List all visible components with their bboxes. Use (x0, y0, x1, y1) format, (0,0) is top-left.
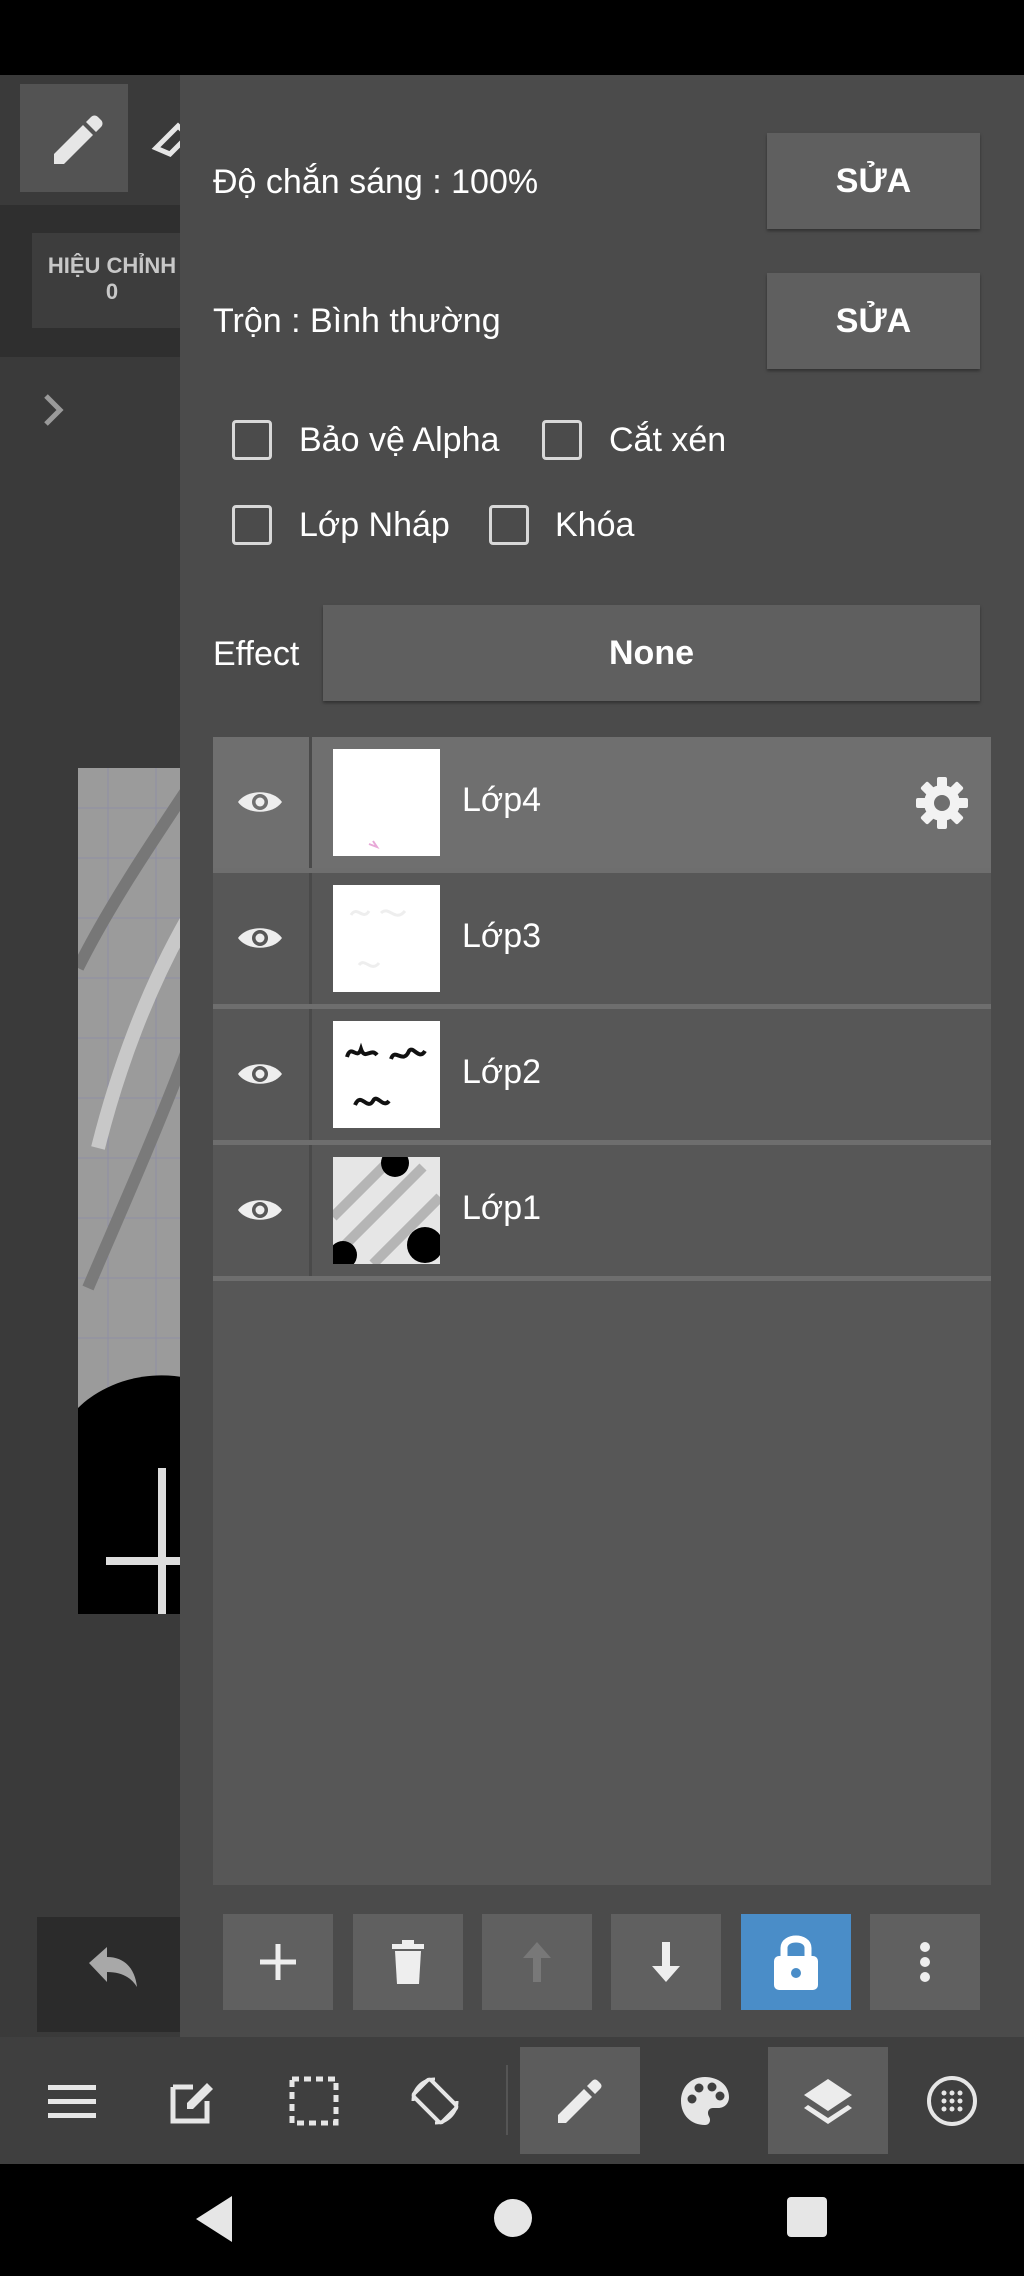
menu-button[interactable] (12, 2047, 132, 2154)
more-options-button[interactable] (870, 1914, 980, 2010)
layer-name: Lớp2 (462, 1053, 542, 1091)
adjust-label-text: HIỆU CHỈNH (47, 253, 177, 278)
move-layer-up-button[interactable] (482, 1914, 592, 2010)
opacity-label: Độ chắn sáng : 100% (213, 163, 539, 201)
row-divider (309, 873, 312, 1004)
add-layer-button[interactable] (223, 1914, 333, 2010)
palette-icon (681, 2076, 729, 2125)
layer-name: Lớp3 (462, 917, 542, 955)
layer-row[interactable]: Lớp4 (213, 737, 991, 873)
lock-label: Khóa (555, 506, 635, 544)
layer-name: Lớp4 (462, 781, 542, 819)
trash-icon (392, 1940, 424, 1984)
color-palette-button[interactable] (645, 2047, 765, 2154)
plus-icon (260, 1944, 296, 1980)
eye-icon[interactable] (235, 1185, 285, 1235)
row-divider (309, 737, 312, 868)
more-vertical-icon (920, 1942, 930, 1982)
protect-alpha-checkbox[interactable] (232, 420, 272, 460)
protect-alpha-label: Bảo vệ Alpha (299, 421, 500, 459)
blend-mode-label: Trộn : Bình thường (213, 302, 501, 340)
undo-icon (89, 1947, 137, 1987)
eye-icon[interactable] (235, 777, 285, 827)
globe-grid-icon (927, 2075, 977, 2126)
edit-button[interactable] (133, 2047, 253, 2154)
arrow-up-icon (523, 1942, 551, 1982)
edit-icon (170, 2082, 213, 2123)
pen-tool-button[interactable] (520, 2047, 640, 2154)
layer-name: Lớp1 (462, 1189, 542, 1227)
adjust-value-text: 0 (105, 279, 119, 304)
layer-row[interactable]: Lớp3 (213, 873, 991, 1009)
chevron-right-icon[interactable] (36, 392, 72, 428)
eye-icon[interactable] (235, 913, 285, 963)
opacity-edit-button[interactable]: SỬA (767, 133, 980, 229)
layer-list: Lớp4 Lớp3 Lớp2 Lớp1 (213, 737, 991, 1885)
clipping-label: Cắt xén (609, 421, 727, 459)
move-layer-down-button[interactable] (611, 1914, 721, 2010)
status-bar (0, 0, 1024, 75)
layer-thumbnail (333, 1157, 440, 1264)
row-divider (309, 1145, 312, 1276)
layers-button[interactable] (768, 2047, 888, 2154)
layer-thumbnail (333, 885, 440, 992)
hamburger-menu-icon (48, 2084, 96, 2118)
recents-icon[interactable] (784, 2194, 830, 2240)
undo-button[interactable] (37, 1917, 180, 2032)
pencil-icon (558, 2079, 602, 2123)
brush-tool-button[interactable] (20, 84, 128, 192)
rotate-canvas-button[interactable] (375, 2047, 495, 2154)
layer-thumbnail (333, 1021, 440, 1128)
effect-label: Effect (213, 635, 300, 673)
lock-icon (774, 1935, 818, 1990)
clipping-checkbox[interactable] (542, 420, 582, 460)
row-divider (309, 1009, 312, 1140)
rotate-icon (411, 2077, 459, 2124)
draft-layer-checkbox[interactable] (232, 505, 272, 545)
layers-icon (804, 2078, 852, 2124)
drawing-canvas[interactable] (78, 768, 188, 1614)
canvas-artwork (78, 768, 188, 1614)
eye-icon[interactable] (235, 1049, 285, 1099)
toolbar-separator (506, 2065, 508, 2135)
adjust-label: HIỆU CHỈNH 0 (32, 253, 192, 305)
effect-button[interactable]: None (323, 605, 980, 701)
lock-alpha-button[interactable] (741, 1914, 851, 2010)
pencil-icon (54, 115, 103, 164)
back-icon[interactable] (190, 2192, 240, 2246)
layer-row[interactable]: Lớp1 (213, 1145, 991, 1281)
gear-icon[interactable] (913, 774, 971, 832)
selection-button[interactable] (254, 2047, 374, 2154)
layer-row[interactable]: Lớp2 (213, 1009, 991, 1145)
marquee-selection-icon (289, 2076, 339, 2125)
layer-thumbnail (333, 749, 440, 856)
system-nav-bar (0, 2164, 1024, 2276)
draft-layer-label: Lớp Nháp (299, 506, 450, 544)
lock-checkbox[interactable] (489, 505, 529, 545)
arrow-down-icon (652, 1942, 680, 1982)
home-icon[interactable] (489, 2194, 537, 2242)
material-button[interactable] (892, 2047, 1012, 2154)
delete-layer-button[interactable] (353, 1914, 463, 2010)
blend-edit-button[interactable]: SỬA (767, 273, 980, 369)
